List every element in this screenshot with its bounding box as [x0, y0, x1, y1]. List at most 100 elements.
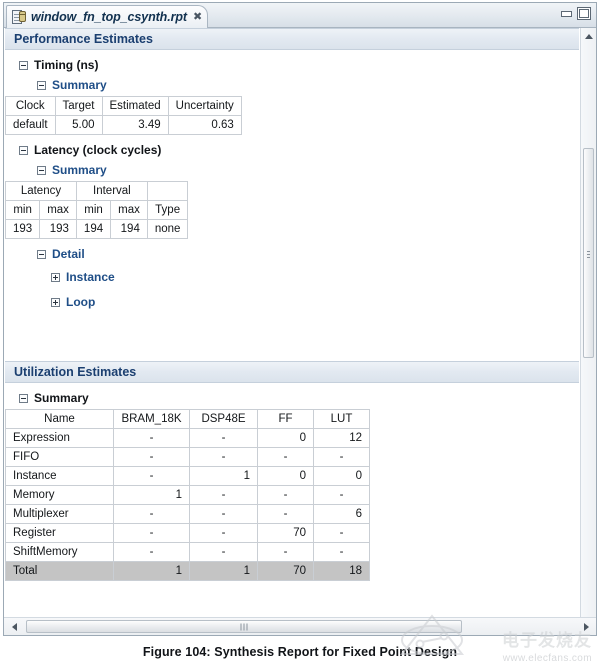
- cell-ff: 0: [258, 467, 314, 486]
- cell-type: none: [147, 220, 188, 239]
- scroll-up-arrow-icon[interactable]: [581, 28, 596, 44]
- cell-ff: -: [258, 543, 314, 562]
- performance-content: Timing (ns) Summary Clock Target Estimat…: [5, 50, 579, 309]
- table-group-header-row: Latency Interval: [6, 182, 188, 201]
- cell-interval-min: 194: [76, 220, 110, 239]
- utilization-summary-label: Summary: [34, 391, 89, 405]
- window-controls: [559, 7, 591, 20]
- cell-ff: 0: [258, 429, 314, 448]
- cell-bram18k: -: [114, 429, 190, 448]
- cell-lut: -: [314, 524, 370, 543]
- tree-node-utilization-summary[interactable]: Summary: [19, 391, 579, 405]
- cell-dsp48e: -: [190, 448, 258, 467]
- col-ff: FF: [258, 410, 314, 429]
- tree-node-detail-loop[interactable]: Loop: [51, 295, 579, 309]
- tree-node-timing-summary[interactable]: Summary: [37, 78, 579, 92]
- cell-estimated: 3.49: [102, 116, 168, 135]
- utilization-estimates-title: Utilization Estimates: [14, 365, 136, 379]
- cell-total-dsp48e: 1: [190, 562, 258, 581]
- collapse-icon[interactable]: [37, 166, 46, 175]
- tree-node-latency[interactable]: Latency (clock cycles): [19, 143, 579, 157]
- report-document: Performance Estimates Timing (ns) Summar…: [4, 28, 596, 635]
- col-latency-max: max: [40, 201, 77, 220]
- col-uncertainty: Uncertainty: [168, 97, 241, 116]
- editor-tab-report[interactable]: window_fn_top_csynth.rpt ✖: [6, 5, 208, 28]
- collapse-icon[interactable]: [37, 81, 46, 90]
- group-col-empty: [147, 182, 188, 201]
- table-row: ShiftMemory - - - -: [6, 543, 370, 562]
- timing-summary-table: Clock Target Estimated Uncertainty defau…: [5, 96, 242, 135]
- scroll-right-arrow-icon[interactable]: [578, 618, 594, 635]
- cell-dsp48e: -: [190, 543, 258, 562]
- cell-name: ShiftMemory: [6, 543, 114, 562]
- cell-interval-max: 194: [111, 220, 148, 239]
- cell-name: FIFO: [6, 448, 114, 467]
- report-file-icon: [12, 10, 26, 25]
- tree-node-timing[interactable]: Timing (ns): [19, 58, 579, 72]
- col-clock: Clock: [6, 97, 56, 116]
- latency-summary-table: Latency Interval min max min max Type: [5, 181, 188, 239]
- cell-dsp48e: -: [190, 524, 258, 543]
- expand-icon[interactable]: [51, 273, 60, 282]
- tree-node-latency-summary[interactable]: Summary: [37, 163, 579, 177]
- close-icon[interactable]: ✖: [192, 12, 203, 23]
- tree-node-detail-instance[interactable]: Instance: [51, 270, 579, 284]
- latency-label: Latency (clock cycles): [34, 143, 161, 157]
- cell-name: Multiplexer: [6, 505, 114, 524]
- table-header-row: min max min max Type: [6, 201, 188, 220]
- col-latency-min: min: [6, 201, 40, 220]
- performance-estimates-pane: Performance Estimates Timing (ns) Summar…: [5, 28, 579, 360]
- table-header-row: Clock Target Estimated Uncertainty: [6, 97, 242, 116]
- cell-name: Memory: [6, 486, 114, 505]
- collapse-icon[interactable]: [19, 61, 28, 70]
- table-row: FIFO - - - -: [6, 448, 370, 467]
- screenshot-root: window_fn_top_csynth.rpt ✖ Performance E…: [0, 0, 600, 670]
- latency-summary-label: Summary: [52, 163, 107, 177]
- latency-detail-label: Detail: [52, 247, 85, 261]
- utilization-table-body: Expression - - 0 12 FIFO - - -: [6, 429, 370, 581]
- collapse-icon[interactable]: [37, 250, 46, 259]
- maximize-icon[interactable]: [577, 7, 591, 20]
- table-row: Multiplexer - - - 6: [6, 505, 370, 524]
- performance-estimates-header: Performance Estimates: [5, 28, 579, 50]
- cell-lut: 6: [314, 505, 370, 524]
- col-estimated: Estimated: [102, 97, 168, 116]
- cell-dsp48e: 1: [190, 467, 258, 486]
- cell-lut: -: [314, 543, 370, 562]
- cell-total-bram18k: 1: [114, 562, 190, 581]
- minimize-icon[interactable]: [559, 7, 573, 20]
- cell-latency-max: 193: [40, 220, 77, 239]
- cell-uncertainty: 0.63: [168, 116, 241, 135]
- scroll-left-arrow-icon[interactable]: [6, 618, 22, 635]
- expand-icon[interactable]: [51, 298, 60, 307]
- horizontal-scrollbar[interactable]: [4, 617, 596, 635]
- cell-ff: -: [258, 486, 314, 505]
- figure-caption: Figure 104: Synthesis Report for Fixed P…: [0, 645, 600, 659]
- collapse-icon[interactable]: [19, 394, 28, 403]
- vertical-scrollbar-thumb[interactable]: [583, 148, 594, 358]
- cell-target: 5.00: [55, 116, 102, 135]
- utilization-content: Summary Name BRAM_18K DSP48E FF LUT: [5, 383, 579, 581]
- performance-estimates-title: Performance Estimates: [14, 32, 153, 46]
- detail-instance-label: Instance: [66, 270, 115, 284]
- col-lut: LUT: [314, 410, 370, 429]
- col-type: Type: [147, 201, 188, 220]
- cell-name: Register: [6, 524, 114, 543]
- col-interval-min: min: [76, 201, 110, 220]
- cell-total-lut: 18: [314, 562, 370, 581]
- collapse-icon[interactable]: [19, 146, 28, 155]
- col-target: Target: [55, 97, 102, 116]
- horizontal-scrollbar-thumb[interactable]: [26, 620, 462, 633]
- utilization-summary-table: Name BRAM_18K DSP48E FF LUT Expression -: [5, 409, 370, 581]
- tree-node-latency-detail[interactable]: Detail: [37, 247, 579, 261]
- table-header-row: Name BRAM_18K DSP48E FF LUT: [6, 410, 370, 429]
- cell-bram18k: 1: [114, 486, 190, 505]
- table-row: 193 193 194 194 none: [6, 220, 188, 239]
- timing-summary-label: Summary: [52, 78, 107, 92]
- cell-total-name: Total: [6, 562, 114, 581]
- vertical-scrollbar[interactable]: [580, 28, 596, 617]
- table-row: default 5.00 3.49 0.63: [6, 116, 242, 135]
- cell-total-ff: 70: [258, 562, 314, 581]
- report-editor-window: window_fn_top_csynth.rpt ✖ Performance E…: [3, 2, 597, 636]
- cell-bram18k: -: [114, 543, 190, 562]
